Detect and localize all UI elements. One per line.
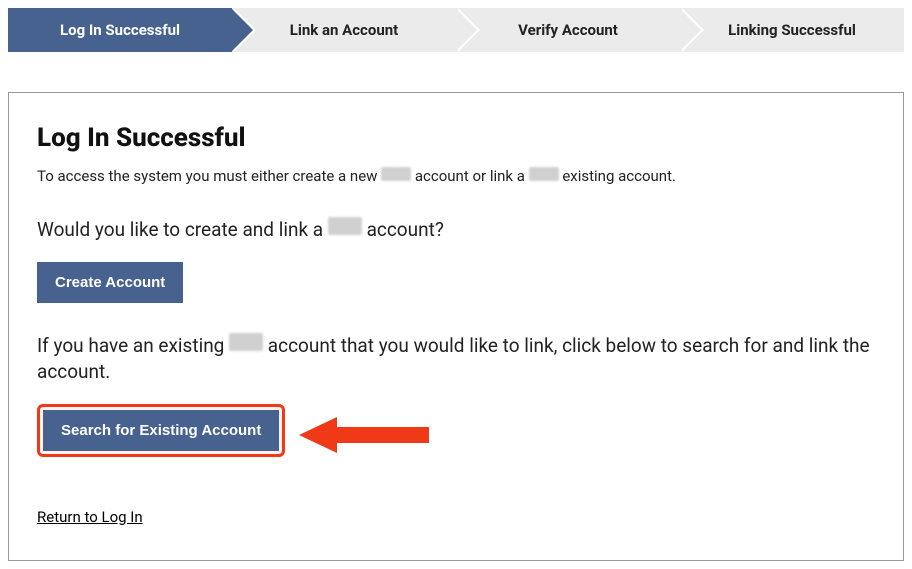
existing-prompt-part1: If you have an existing	[37, 334, 229, 357]
step-label: Log In Successful	[60, 21, 180, 39]
annotation-arrow-icon	[299, 413, 429, 457]
intro-text: To access the system you must either cre…	[37, 167, 875, 185]
create-prompt: Would you like to create and link a ████…	[37, 217, 875, 244]
step-label: Linking Successful	[728, 21, 856, 39]
step-link-account: Link an Account	[232, 8, 456, 52]
search-existing-account-button[interactable]: Search for Existing Account	[43, 410, 279, 451]
page-title: Log In Successful	[37, 123, 875, 153]
redacted-text: ████	[229, 333, 263, 351]
step-label: Verify Account	[518, 21, 618, 39]
step-linking-successful: Linking Successful	[680, 8, 904, 52]
create-account-button[interactable]: Create Account	[37, 262, 183, 303]
intro-part3: existing account.	[559, 167, 676, 185]
highlighted-row: Search for Existing Account	[37, 404, 875, 467]
main-panel: Log In Successful To access the system y…	[8, 92, 904, 561]
redacted-text: ████	[328, 217, 362, 235]
progress-stepper: Log In Successful Link an Account Verify…	[8, 8, 904, 52]
return-to-login-link[interactable]: Return to Log In	[37, 508, 143, 526]
redacted-text: ████	[381, 167, 411, 181]
redacted-text: ████	[529, 167, 559, 181]
step-label: Link an Account	[290, 21, 398, 39]
intro-part2: account or link a	[411, 167, 528, 185]
annotation-highlight-box: Search for Existing Account	[37, 404, 285, 457]
create-prompt-part1: Would you like to create and link a	[37, 218, 328, 241]
existing-prompt: If you have an existing ████ account tha…	[37, 333, 875, 386]
step-login-successful: Log In Successful	[8, 8, 232, 52]
intro-part1: To access the system you must either cre…	[37, 167, 381, 185]
step-verify-account: Verify Account	[456, 8, 680, 52]
